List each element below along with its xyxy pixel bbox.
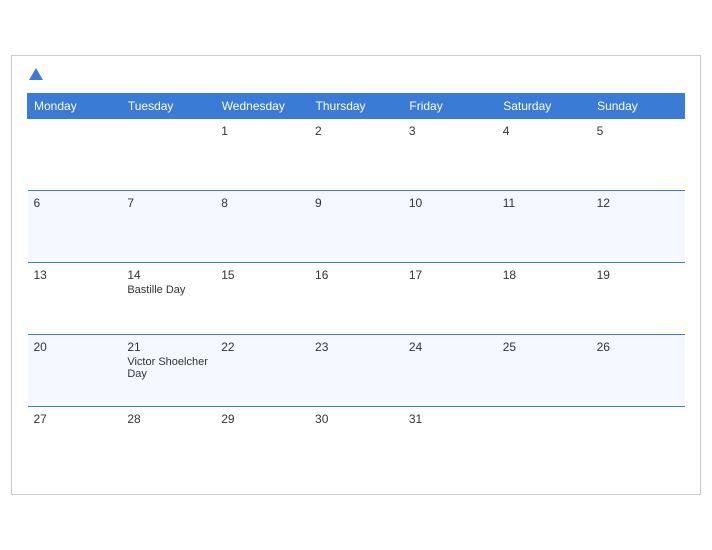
day-cell: 27: [28, 407, 122, 479]
day-cell: 21 Victor Shoelcher Day: [121, 335, 215, 407]
day-cell: 9: [309, 191, 403, 263]
day-cell: 22: [215, 335, 309, 407]
day-number: 6: [34, 196, 116, 210]
day-cell: 1: [215, 119, 309, 191]
weekday-header-wednesday: Wednesday: [215, 94, 309, 119]
weekday-header-friday: Friday: [403, 94, 497, 119]
day-number: 9: [315, 196, 397, 210]
day-cell: 18: [497, 263, 591, 335]
day-cell: 26: [591, 335, 685, 407]
calendar-container: MondayTuesdayWednesdayThursdayFridaySatu…: [11, 55, 701, 495]
day-number: 12: [597, 196, 679, 210]
day-cell: 20: [28, 335, 122, 407]
day-cell: 28: [121, 407, 215, 479]
day-number: 11: [503, 196, 585, 210]
holiday-name: Victor Shoelcher Day: [127, 356, 209, 380]
day-number: 4: [503, 124, 585, 138]
week-row-5: 27 28 29 30 31: [28, 407, 685, 479]
day-number: 1: [221, 124, 303, 138]
logo-triangle-icon: [29, 68, 43, 80]
day-cell: 6: [28, 191, 122, 263]
day-cell: 31: [403, 407, 497, 479]
day-cell: 11: [497, 191, 591, 263]
day-number: 29: [221, 412, 303, 426]
day-number: 14: [127, 268, 209, 282]
weekday-header-sunday: Sunday: [591, 94, 685, 119]
weekday-header-thursday: Thursday: [309, 94, 403, 119]
day-number: 7: [127, 196, 209, 210]
day-number: 21: [127, 340, 209, 354]
day-number: 8: [221, 196, 303, 210]
day-cell: 7: [121, 191, 215, 263]
week-row-3: 13 14 Bastille Day 15 16 17 18 19: [28, 263, 685, 335]
calendar-header: [27, 66, 685, 81]
day-cell: 23: [309, 335, 403, 407]
day-number: 17: [409, 268, 491, 282]
day-number: 22: [221, 340, 303, 354]
week-row-4: 20 21 Victor Shoelcher Day 22 23 24 25 26: [28, 335, 685, 407]
day-number: 15: [221, 268, 303, 282]
day-cell: 24: [403, 335, 497, 407]
weekday-header-monday: Monday: [28, 94, 122, 119]
day-number: 10: [409, 196, 491, 210]
logo: [27, 66, 43, 81]
day-number: 5: [597, 124, 679, 138]
day-number: 24: [409, 340, 491, 354]
day-number: 3: [409, 124, 491, 138]
day-cell: 17: [403, 263, 497, 335]
weekday-header-row: MondayTuesdayWednesdayThursdayFridaySatu…: [28, 94, 685, 119]
weekday-header-saturday: Saturday: [497, 94, 591, 119]
weekday-header-tuesday: Tuesday: [121, 94, 215, 119]
day-cell: 16: [309, 263, 403, 335]
week-row-1: 12345: [28, 119, 685, 191]
day-number: 31: [409, 412, 491, 426]
day-number: 27: [34, 412, 116, 426]
day-cell: 29: [215, 407, 309, 479]
day-cell: [497, 407, 591, 479]
week-row-2: 6789 10 11 12: [28, 191, 685, 263]
day-cell: 4: [497, 119, 591, 191]
calendar-grid: MondayTuesdayWednesdayThursdayFridaySatu…: [27, 93, 685, 479]
day-cell: 12: [591, 191, 685, 263]
day-cell: 5: [591, 119, 685, 191]
day-number: 18: [503, 268, 585, 282]
day-number: 16: [315, 268, 397, 282]
day-number: 13: [34, 268, 116, 282]
day-cell: 3: [403, 119, 497, 191]
day-cell: 13: [28, 263, 122, 335]
day-cell: 19: [591, 263, 685, 335]
day-number: 20: [34, 340, 116, 354]
day-number: 2: [315, 124, 397, 138]
day-number: 26: [597, 340, 679, 354]
day-cell: 8: [215, 191, 309, 263]
day-cell: 2: [309, 119, 403, 191]
day-number: 23: [315, 340, 397, 354]
day-cell: 30: [309, 407, 403, 479]
day-cell: 10: [403, 191, 497, 263]
day-cell: [121, 119, 215, 191]
day-number: 28: [127, 412, 209, 426]
day-number: 30: [315, 412, 397, 426]
day-cell: 14 Bastille Day: [121, 263, 215, 335]
day-cell: [591, 407, 685, 479]
day-cell: 15: [215, 263, 309, 335]
day-cell: 25: [497, 335, 591, 407]
day-number: 25: [503, 340, 585, 354]
day-cell: [28, 119, 122, 191]
holiday-name: Bastille Day: [127, 284, 209, 296]
day-number: 19: [597, 268, 679, 282]
